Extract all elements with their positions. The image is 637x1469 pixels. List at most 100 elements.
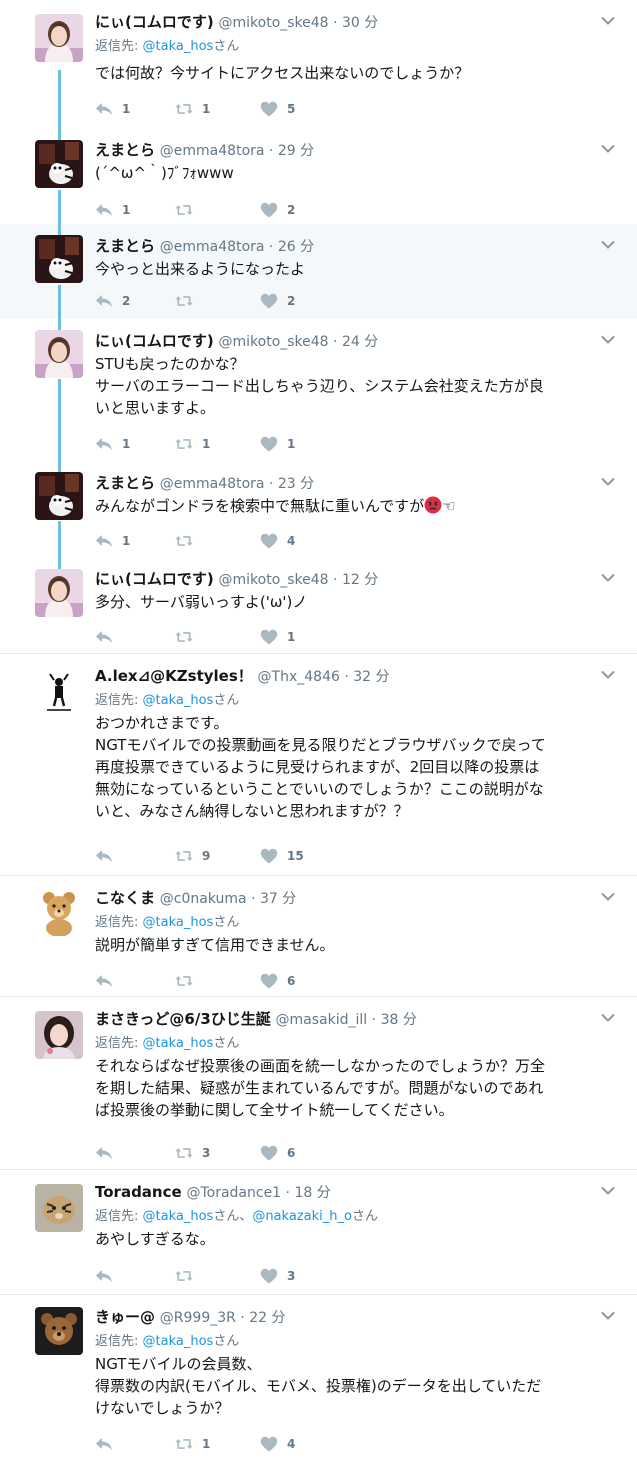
woman-avatar[interactable] <box>35 569 83 617</box>
reply-button[interactable] <box>95 627 122 647</box>
display-name[interactable]: こなくま <box>95 889 155 907</box>
chevron-down-icon[interactable] <box>601 1011 615 1022</box>
retweet-button[interactable]: 1 <box>175 434 210 454</box>
user-handle[interactable]: @mikoto_ske48 <box>219 572 329 588</box>
display-name[interactable]: きゅー@ <box>95 1308 155 1326</box>
retweet-button[interactable]: 3 <box>175 1143 210 1163</box>
user-handle[interactable]: @mikoto_ske48 <box>219 334 329 350</box>
like-button[interactable]: 6 <box>260 971 295 991</box>
woman-avatar[interactable] <box>35 330 83 378</box>
tweet[interactable]: にぃ(コムロです) @mikoto_ske48 · 30 分返信先: @taka… <box>0 0 637 128</box>
display-name[interactable]: えまとら <box>95 141 155 159</box>
timestamp[interactable]: 30 分 <box>342 15 378 31</box>
display-name[interactable]: A.lex⊿@KZstyles！ <box>95 667 253 685</box>
user-handle[interactable]: @emma48tora <box>160 143 265 159</box>
user-handle[interactable]: @Thx_4846 <box>258 669 340 685</box>
mention-link[interactable]: @taka_hos <box>143 915 214 930</box>
display-name[interactable]: にぃ(コムロです) <box>95 570 214 588</box>
chevron-down-icon[interactable] <box>601 668 615 679</box>
reply-button[interactable] <box>95 1266 122 1286</box>
tweet[interactable]: まさきっど@6/3ひじ生誕 @masakid_ill · 38 分返信先: @t… <box>0 997 637 1170</box>
user-handle[interactable]: @R999_3R <box>160 1310 236 1326</box>
like-button[interactable]: 6 <box>260 1143 295 1163</box>
tiger-plush-avatar[interactable] <box>35 140 83 188</box>
timestamp[interactable]: 12 分 <box>342 572 378 588</box>
mention-link[interactable]: @taka_hos <box>143 39 214 54</box>
user-handle[interactable]: @c0nakuma <box>160 891 247 907</box>
user-handle[interactable]: @emma48tora <box>160 239 265 255</box>
timestamp[interactable]: 23 分 <box>278 476 314 492</box>
reply-button[interactable]: 1 <box>95 99 130 119</box>
tweet[interactable]: にぃ(コムロです) @mikoto_ske48 · 12 分多分、サーバ弱いっす… <box>0 557 637 654</box>
chevron-down-icon[interactable] <box>601 571 615 582</box>
like-button[interactable]: 2 <box>260 200 295 220</box>
timestamp[interactable]: 18 分 <box>294 1185 330 1201</box>
logo-avatar[interactable] <box>35 668 83 716</box>
like-button[interactable]: 1 <box>260 434 295 454</box>
chevron-down-icon[interactable] <box>601 142 615 153</box>
user-handle[interactable]: @masakid_ill <box>276 1012 368 1028</box>
reply-button[interactable]: 1 <box>95 531 130 551</box>
user-handle[interactable]: @emma48tora <box>160 476 265 492</box>
like-button[interactable]: 4 <box>260 531 295 551</box>
user-handle[interactable]: @Toradance1 <box>186 1185 281 1201</box>
chevron-down-icon[interactable] <box>601 475 615 486</box>
like-button[interactable]: 2 <box>260 291 295 311</box>
chevron-down-icon[interactable] <box>601 890 615 901</box>
tweet[interactable]: こなくま @c0nakuma · 37 分返信先: @taka_hosさん 説明が… <box>0 876 637 997</box>
mention-link[interactable]: @nakazaki_h_o <box>252 1209 352 1224</box>
bear-plush-avatar[interactable] <box>35 1307 83 1355</box>
reply-button[interactable] <box>95 1434 122 1454</box>
chevron-down-icon[interactable] <box>601 238 615 249</box>
display-name[interactable]: えまとら <box>95 474 155 492</box>
reply-button[interactable]: 2 <box>95 291 130 311</box>
retweet-button[interactable] <box>175 291 202 311</box>
mention-link[interactable]: @taka_hos <box>143 1209 214 1224</box>
display-name[interactable]: えまとら <box>95 237 155 255</box>
chevron-down-icon[interactable] <box>601 1184 615 1195</box>
timestamp[interactable]: 24 分 <box>342 334 378 350</box>
woman-avatar[interactable] <box>35 14 83 62</box>
retweet-button[interactable]: 1 <box>175 1434 210 1454</box>
chevron-down-icon[interactable] <box>601 14 615 25</box>
reply-button[interactable]: 1 <box>95 200 130 220</box>
retweet-button[interactable]: 1 <box>175 99 210 119</box>
teddy-bear-avatar[interactable] <box>35 888 83 936</box>
retweet-button[interactable] <box>175 1266 202 1286</box>
chevron-down-icon[interactable] <box>601 333 615 344</box>
tweet[interactable]: えまとら @emma48tora · 26 分今やっと出来るようになったよ 2 2 <box>0 224 637 319</box>
tweet[interactable]: にぃ(コムロです) @mikoto_ske48 · 24 分 STUも戻ったのかな… <box>0 319 637 461</box>
display-name[interactable]: まさきっど@6/3ひじ生誕 <box>95 1010 271 1028</box>
retweet-button[interactable]: 9 <box>175 846 210 866</box>
chevron-down-icon[interactable] <box>601 1309 615 1320</box>
like-button[interactable]: 3 <box>260 1266 295 1286</box>
user-handle[interactable]: @mikoto_ske48 <box>219 15 329 31</box>
tiger-plush-avatar[interactable] <box>35 472 83 520</box>
display-name[interactable]: にぃ(コムロです) <box>95 332 214 350</box>
timestamp[interactable]: 29 分 <box>278 143 314 159</box>
retweet-button[interactable] <box>175 971 202 991</box>
like-button[interactable]: 4 <box>260 1434 295 1454</box>
tweet[interactable]: えまとら @emma48tora · 23 分みんながゴンドラを検索中で無駄に重… <box>0 461 637 557</box>
mention-link[interactable]: @taka_hos <box>143 1334 214 1349</box>
like-button[interactable]: 1 <box>260 627 295 647</box>
tweet[interactable]: A.lex⊿@KZstyles！ @Thx_4846 · 32 分返信先: @t… <box>0 654 637 876</box>
retweet-button[interactable] <box>175 627 202 647</box>
mention-link[interactable]: @taka_hos <box>143 1036 214 1051</box>
tiger-plush-avatar[interactable] <box>35 235 83 283</box>
retweet-button[interactable] <box>175 200 202 220</box>
timestamp[interactable]: 32 分 <box>353 669 389 685</box>
timestamp[interactable]: 22 分 <box>249 1310 285 1326</box>
display-name[interactable]: Toradance <box>95 1183 182 1201</box>
tweet[interactable]: きゅー@ @R999_3R · 22 分返信先: @taka_hosさん NGTモ… <box>0 1295 637 1469</box>
tweet[interactable]: Toradance @Toradance1 · 18 分返信先: @taka_h… <box>0 1170 637 1295</box>
like-button[interactable]: 15 <box>260 846 304 866</box>
retweet-button[interactable] <box>175 531 202 551</box>
reply-button[interactable] <box>95 1143 122 1163</box>
tiger-avatar[interactable] <box>35 1184 83 1232</box>
reply-button[interactable]: 1 <box>95 434 130 454</box>
reply-button[interactable] <box>95 846 122 866</box>
girl-avatar[interactable] <box>35 1011 83 1059</box>
timestamp[interactable]: 26 分 <box>278 239 314 255</box>
timestamp[interactable]: 37 分 <box>260 891 296 907</box>
